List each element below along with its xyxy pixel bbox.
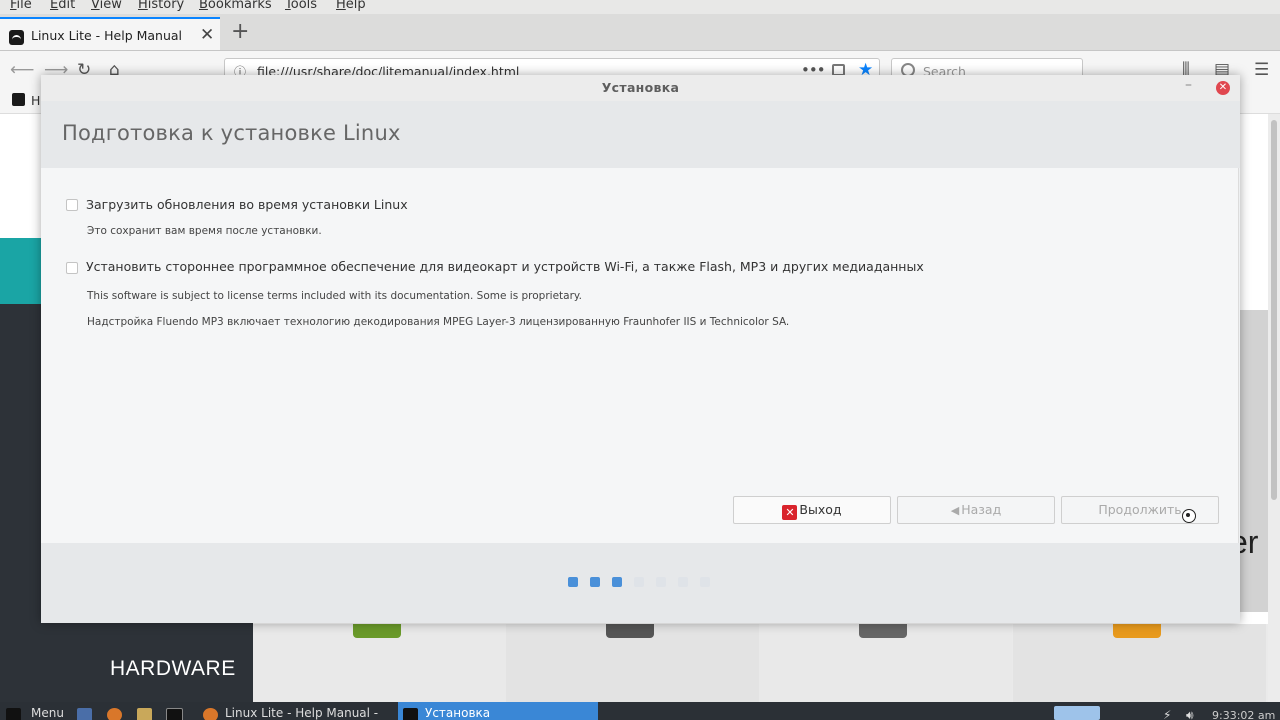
busy-cursor-icon: [1182, 509, 1196, 523]
scrollbar-thumb[interactable]: [1271, 120, 1277, 500]
browser-tabbar: Linux Lite - Help Manual ✕ +: [0, 14, 1280, 51]
installer-task[interactable]: Установка: [398, 702, 598, 720]
progress-step-dot: [590, 577, 600, 587]
firefox-launcher-icon[interactable]: [107, 708, 122, 720]
menu-file[interactable]: File: [10, 0, 32, 12]
new-tab-button[interactable]: +: [231, 19, 249, 44]
page-right-panel: [1240, 310, 1268, 612]
installer-dialog: Установка – ✕ Подготовка к установке Lin…: [41, 75, 1240, 623]
menu-view[interactable]: View: [91, 0, 122, 12]
download-updates-description: Это сохранит вам время после установки.: [87, 225, 322, 237]
tab-close-icon[interactable]: ✕: [200, 25, 214, 45]
progress-step-dot: [612, 577, 622, 587]
tab-linux-lite-help[interactable]: Linux Lite - Help Manual ✕: [0, 17, 220, 50]
progress-step-dot: [656, 577, 666, 587]
fluendo-mp3-description: Надстройка Fluendo MP3 включает технолог…: [87, 316, 790, 328]
installer-task-icon: [403, 708, 418, 720]
continue-button-label: Продолжить: [1098, 502, 1182, 517]
tab-title: Linux Lite - Help Manual: [31, 28, 183, 43]
tile-printer[interactable]: [759, 624, 1012, 702]
tile-storage[interactable]: [1013, 624, 1266, 702]
speaker-icon: [606, 624, 654, 638]
clock: 9:33:02 am: [1212, 709, 1276, 720]
show-desktop-icon[interactable]: [77, 708, 92, 720]
network-card-icon: [353, 624, 401, 638]
hardware-section-label[interactable]: HARDWARE: [110, 657, 236, 681]
taskbar: Menu Linux Lite - Help Manual - Установк…: [0, 702, 1280, 720]
quit-button-label: Выход: [799, 502, 842, 517]
progress-step-dot: [678, 577, 688, 587]
page-title: Подготовка к установке Linux: [62, 121, 401, 145]
workspace-switcher[interactable]: [1054, 706, 1100, 720]
network-icon[interactable]: ⚡: [1163, 708, 1178, 720]
download-updates-label[interactable]: Загрузить обновления во время установки …: [86, 197, 408, 212]
tile-sound[interactable]: [506, 624, 759, 702]
storage-icon: [1113, 624, 1161, 638]
menu-bookmarks[interactable]: Bookmarks: [199, 0, 272, 12]
third-party-software-label[interactable]: Установить стороннее программное обеспеч…: [86, 259, 924, 274]
quit-button[interactable]: ✕ Выход: [733, 496, 891, 524]
firefox-task-icon: [203, 708, 218, 720]
back-button-label: Назад: [961, 502, 1002, 517]
minimize-icon[interactable]: –: [1185, 77, 1192, 93]
menu-tools[interactable]: Tools: [285, 0, 317, 12]
license-terms-description: This software is subject to license term…: [87, 290, 582, 302]
hardware-tiles: [253, 624, 1268, 702]
progress-step-dot: [568, 577, 578, 587]
hamburger-menu-icon[interactable]: ☰: [1254, 60, 1269, 80]
volume-icon[interactable]: 🔊︎: [1186, 708, 1201, 720]
dialog-footer: [41, 543, 1240, 623]
page-scrollbar[interactable]: [1268, 114, 1280, 702]
menu-help[interactable]: Help: [336, 0, 366, 12]
dialog-body: Загрузить обновления во время установки …: [41, 168, 1239, 543]
firefox-task[interactable]: Linux Lite - Help Manual -: [225, 706, 378, 720]
bookmark-favicon-icon: [12, 93, 25, 106]
menu-edit[interactable]: Edit: [50, 0, 75, 12]
continue-button[interactable]: Продолжить: [1061, 496, 1219, 524]
terminal-icon[interactable]: [166, 708, 183, 720]
linux-lite-menu-icon[interactable]: [6, 708, 21, 720]
dialog-header: Подготовка к установке Linux: [41, 101, 1240, 168]
printer-icon: [859, 624, 907, 638]
linux-lite-favicon-icon: [9, 30, 24, 45]
progress-step-dot: [700, 577, 710, 587]
tile-network[interactable]: [253, 624, 506, 702]
back-arrow-icon[interactable]: ⟵: [10, 60, 34, 80]
dialog-titlebar[interactable]: Установка – ✕: [41, 75, 1240, 101]
back-arrow-icon: ◀: [950, 504, 960, 517]
third-party-software-checkbox[interactable]: [66, 262, 78, 274]
dialog-title: Установка: [601, 80, 680, 95]
installer-task-label: Установка: [425, 706, 491, 720]
quit-x-icon: ✕: [782, 505, 798, 520]
menu-history[interactable]: History: [138, 0, 184, 12]
close-window-icon[interactable]: ✕: [1216, 81, 1230, 95]
start-menu-button[interactable]: Menu: [31, 706, 64, 720]
download-updates-checkbox[interactable]: [66, 199, 78, 211]
progress-step-dot: [634, 577, 644, 587]
browser-menubar: File Edit View History Bookmarks Tools H…: [0, 0, 1280, 14]
back-button[interactable]: ◀ Назад: [897, 496, 1055, 524]
bookmark-item[interactable]: H: [31, 93, 40, 108]
file-manager-icon[interactable]: [137, 708, 152, 720]
teal-banner: [0, 238, 42, 304]
